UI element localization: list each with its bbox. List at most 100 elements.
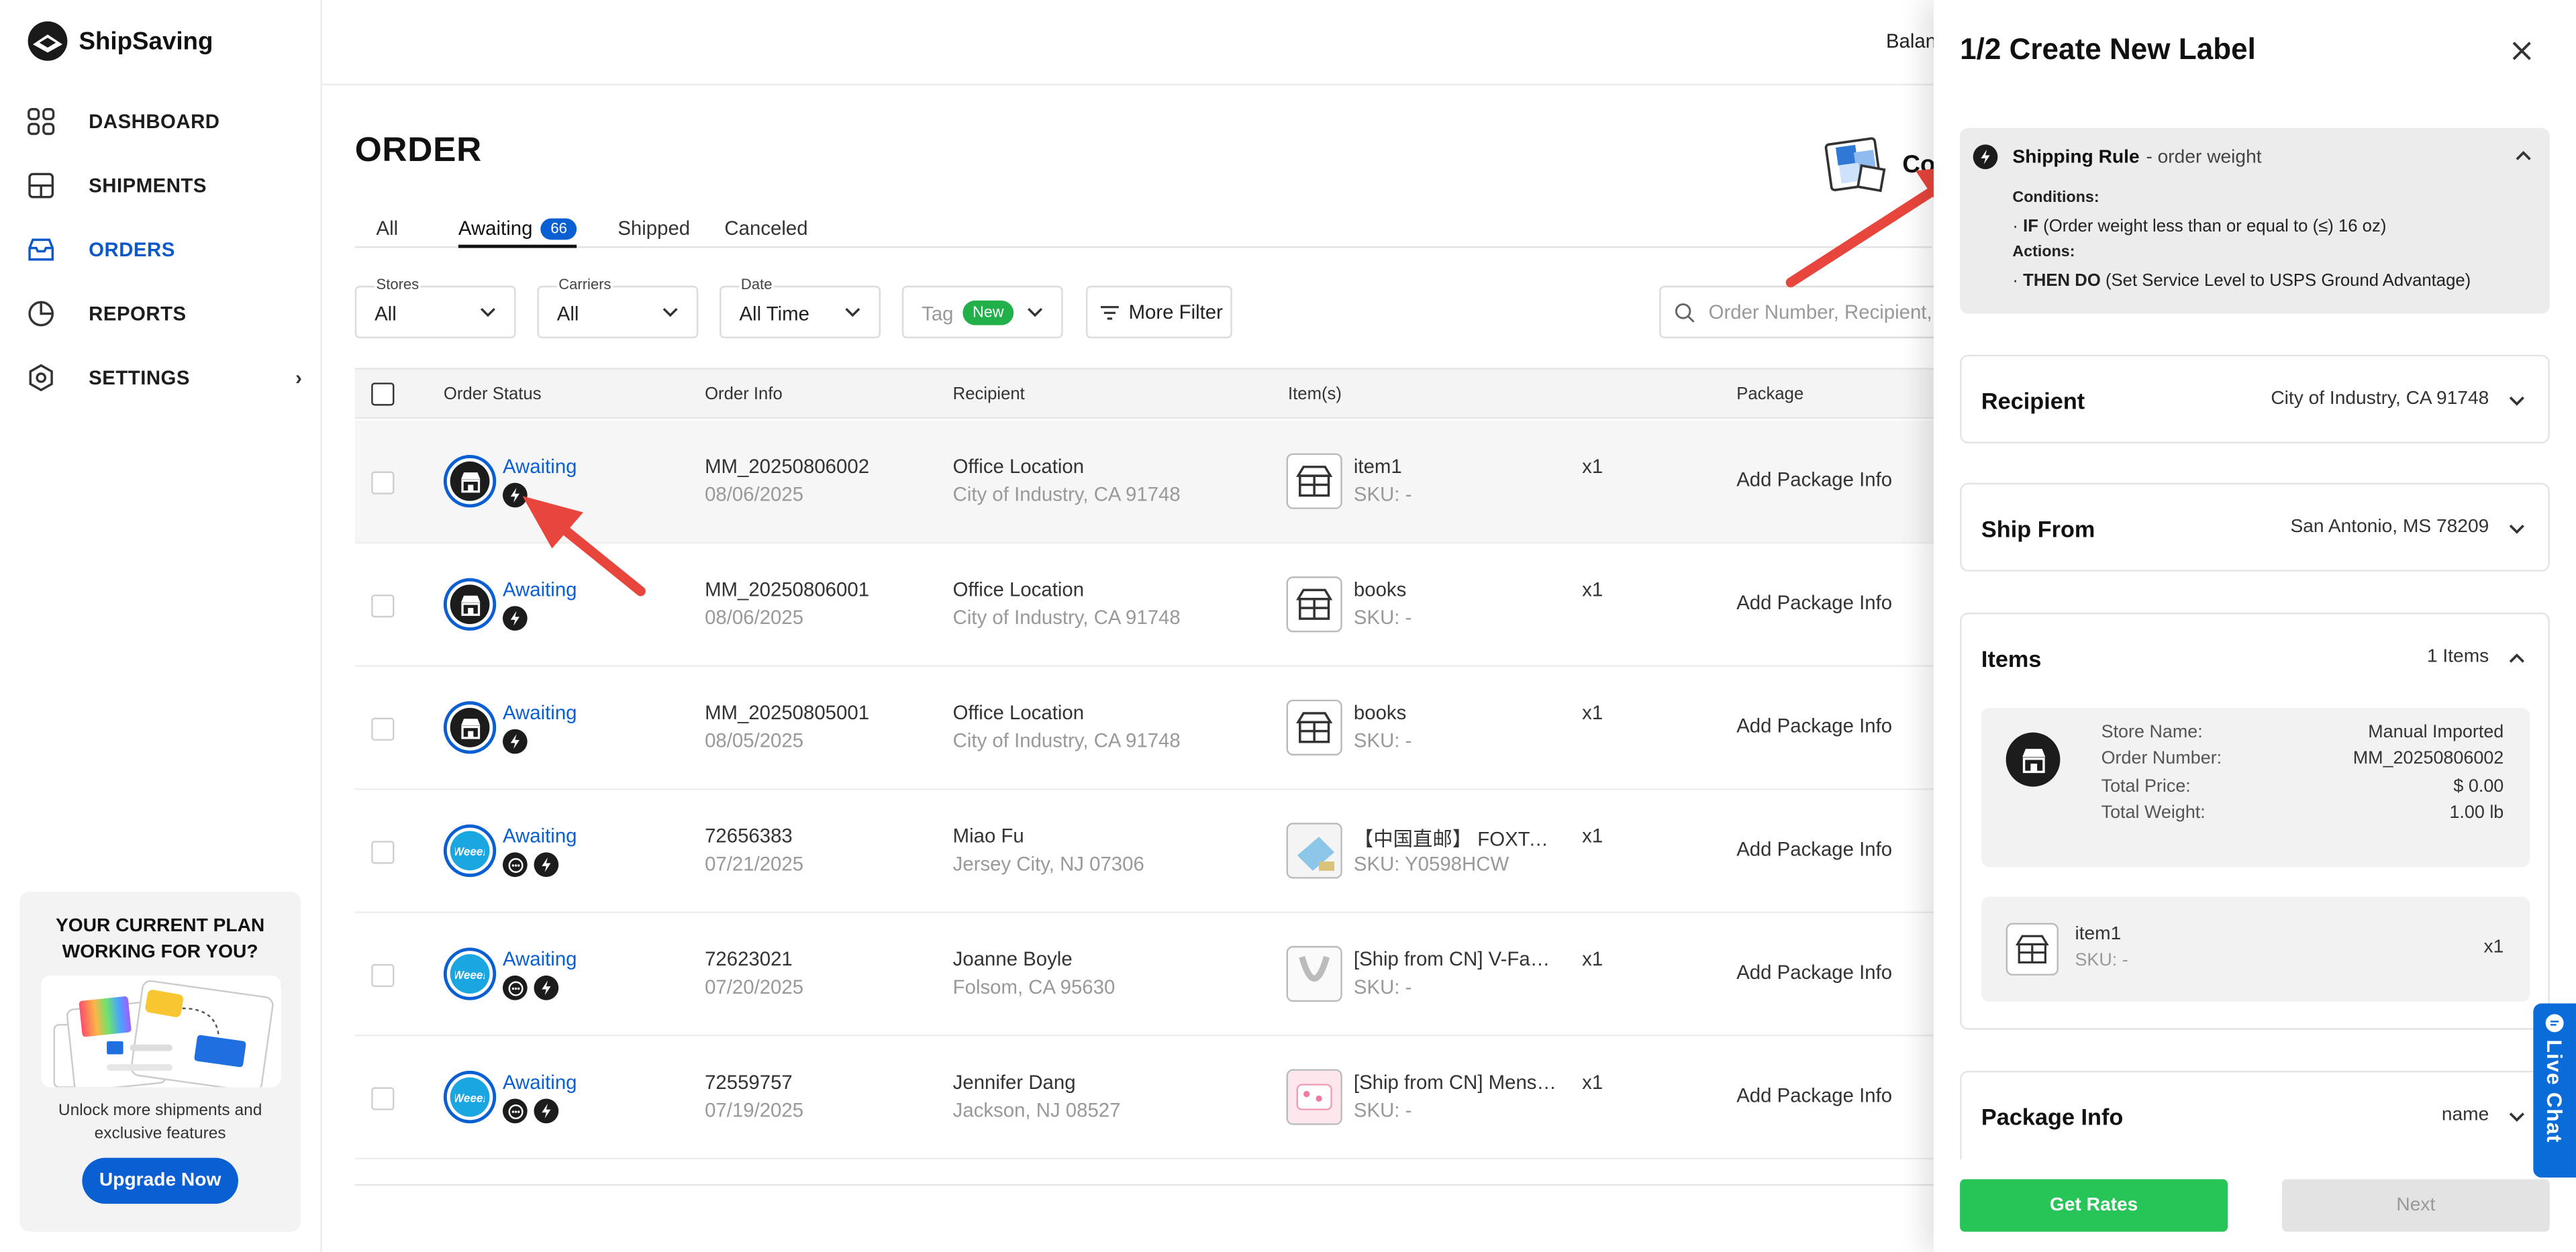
logo-text: ShipSaving xyxy=(79,27,213,55)
add-package-info-link[interactable]: Add Package Info xyxy=(1736,837,1892,860)
logo[interactable]: ShipSaving xyxy=(26,19,213,62)
upgrade-promo-card: YOUR CURRENT PLAN WORKING FOR YOU? Unloc… xyxy=(19,892,301,1232)
date-filter[interactable]: Date All Time xyxy=(720,276,881,339)
tab-awaiting[interactable]: Awaiting 66 xyxy=(458,217,577,248)
add-package-info-link[interactable]: Add Package Info xyxy=(1736,1084,1892,1106)
add-package-info-link[interactable]: Add Package Info xyxy=(1736,468,1892,491)
add-package-info-link[interactable]: Add Package Info xyxy=(1736,591,1892,614)
reports-pie-icon xyxy=(28,300,54,326)
order-date: 08/06/2025 xyxy=(705,482,804,506)
sidebar-nav: DASHBOARD SHIPMENTS ORDERS REPORTS SETTI… xyxy=(26,89,302,409)
table-row[interactable]: Weee! Awaiting 72623021 07/20/2025 Joanne Bo… xyxy=(354,913,1965,1037)
app-root: ShipSaving DASHBOARD SHIPMENTS ORDERS RE… xyxy=(0,0,2576,1252)
carriers-filter[interactable]: Carriers All xyxy=(537,276,699,339)
sidebar: ShipSaving DASHBOARD SHIPMENTS ORDERS RE… xyxy=(0,0,322,1252)
order-status-link[interactable]: Awaiting xyxy=(503,1071,577,1094)
item-sku: SKU: - xyxy=(1353,482,1412,506)
more-filter-button[interactable]: More Filter xyxy=(1085,285,1232,339)
next-button[interactable]: Next xyxy=(2281,1179,2550,1232)
shipping-rule-box[interactable]: Shipping Rule - order weight Conditions:… xyxy=(1960,127,2550,314)
order-number[interactable]: 72656383 xyxy=(705,825,793,847)
row-checkbox[interactable] xyxy=(371,471,395,494)
close-icon[interactable] xyxy=(2509,38,2535,64)
select-all-checkbox[interactable] xyxy=(371,382,395,406)
tab-all[interactable]: All xyxy=(377,217,399,248)
table-row[interactable]: Awaiting MM_20250805001 08/05/2025 Office L… xyxy=(354,667,1965,790)
lightning-bolt-icon xyxy=(502,606,528,631)
order-status-link[interactable]: Awaiting xyxy=(503,701,577,724)
upgrade-now-button[interactable]: Upgrade Now xyxy=(82,1157,238,1204)
panel-title: 1/2 Create New Label xyxy=(1960,32,2256,66)
sidebar-item-reports[interactable]: REPORTS xyxy=(26,281,302,345)
recipient-name: Office Location xyxy=(952,701,1085,725)
order-number[interactable]: MM_20250806002 xyxy=(705,455,869,478)
row-checkbox[interactable] xyxy=(371,594,395,618)
filter-lines-icon xyxy=(1100,305,1119,319)
add-package-info-link[interactable]: Add Package Info xyxy=(1736,715,1892,737)
header-package[interactable]: Package xyxy=(1736,384,1803,404)
sidebar-item-shipments[interactable]: SHIPMENTS xyxy=(26,153,302,217)
svg-text:Weee!: Weee! xyxy=(455,1091,485,1104)
table-row[interactable]: Weee! Awaiting 72559757 07/19/2025 Jennifer … xyxy=(354,1036,1965,1160)
chat-dots-icon xyxy=(502,1098,528,1124)
sidebar-item-orders[interactable]: ORDERS xyxy=(26,217,302,280)
order-date: 07/19/2025 xyxy=(705,1098,804,1122)
recipient-address: Jackson, NJ 08527 xyxy=(952,1098,1121,1122)
stores-filter[interactable]: Stores All xyxy=(354,276,516,339)
order-number[interactable]: MM_20250806001 xyxy=(705,578,869,601)
chevron-up-icon[interactable] xyxy=(2514,146,2533,166)
recipient-name: Office Location xyxy=(952,455,1085,478)
row-checkbox[interactable] xyxy=(371,841,395,864)
tab-shipped[interactable]: Shipped xyxy=(617,217,690,248)
banner-text[interactable]: Co xyxy=(1902,151,1935,179)
order-number[interactable]: MM_20250805001 xyxy=(705,701,869,724)
item-sku: SKU: - xyxy=(1353,1098,1412,1122)
header-recipient[interactable]: Recipient xyxy=(953,384,1025,404)
tab-canceled[interactable]: Canceled xyxy=(724,217,807,248)
header-items[interactable]: Item(s) xyxy=(1288,384,1342,404)
row-checkbox[interactable] xyxy=(371,717,395,741)
row-checkbox[interactable] xyxy=(371,1087,395,1110)
order-number[interactable]: 72559757 xyxy=(705,1071,793,1094)
table-row[interactable]: Awaiting MM_20250806001 08/06/2025 Office L… xyxy=(354,543,1965,667)
live-chat-button[interactable]: Live Chat xyxy=(2533,1003,2576,1178)
promo-title: YOUR CURRENT PLAN WORKING FOR YOU? xyxy=(56,916,265,963)
sidebar-item-dashboard[interactable]: DASHBOARD xyxy=(26,89,302,152)
order-status-link[interactable]: Awaiting xyxy=(503,825,577,847)
row-checkbox[interactable] xyxy=(371,963,395,988)
lightning-bolt-icon xyxy=(502,729,528,754)
item-sku: SKU: - xyxy=(1353,606,1412,629)
order-status-link[interactable]: Awaiting xyxy=(503,947,577,970)
order-date: 07/21/2025 xyxy=(705,852,804,876)
order-number[interactable]: 72623021 xyxy=(705,947,793,970)
sidebar-item-label: REPORTS xyxy=(89,301,187,325)
recipient-address: Folsom, CA 95630 xyxy=(952,975,1116,999)
get-rates-button[interactable]: Get Rates xyxy=(1960,1179,2228,1232)
search-input[interactable] xyxy=(1708,300,1955,324)
item-name: 【中国直邮】 FOXTAI... xyxy=(1353,827,1559,851)
balance-label[interactable]: Balan xyxy=(1886,30,1936,52)
store-avatar xyxy=(443,578,497,631)
table-row[interactable]: Weee! Awaiting 72656383 07/21/2025 Miao Fu Je… xyxy=(354,790,1965,913)
rule-condition: · IF (Order weight less than or equal to… xyxy=(2012,215,2387,236)
order-status-link[interactable]: Awaiting xyxy=(503,578,577,601)
package-info-section[interactable]: Package Info name xyxy=(1960,1070,2550,1160)
header-order-info[interactable]: Order Info xyxy=(705,384,783,404)
add-package-info-link[interactable]: Add Package Info xyxy=(1736,961,1892,984)
tag-filter[interactable]: Tag New xyxy=(901,285,1063,339)
new-badge: New xyxy=(962,300,1014,325)
sidebar-item-settings[interactable]: SETTINGS › xyxy=(26,345,302,409)
recipient-address: City of Industry, CA 91748 xyxy=(952,729,1181,753)
chevron-down-icon xyxy=(2509,524,2524,534)
promo-cards-illustration xyxy=(52,980,273,1088)
table-row[interactable]: Awaiting MM_20250806002 08/06/2025 Office L… xyxy=(354,420,1965,544)
total-weight-value: 1.00 lb xyxy=(2449,802,2504,823)
header-order-status[interactable]: Order Status xyxy=(444,384,542,404)
order-status-link[interactable]: Awaiting xyxy=(503,455,577,478)
item-name: item1 xyxy=(1353,455,1402,478)
chevron-up-icon[interactable] xyxy=(2507,649,2526,668)
recipient-section[interactable]: Recipient City of Industry, CA 91748 xyxy=(1960,354,2550,444)
ship-from-section[interactable]: Ship From San Antonio, MS 78209 xyxy=(1960,482,2550,572)
item-thumbnail xyxy=(1286,823,1342,879)
store-logo-icon xyxy=(450,461,490,501)
